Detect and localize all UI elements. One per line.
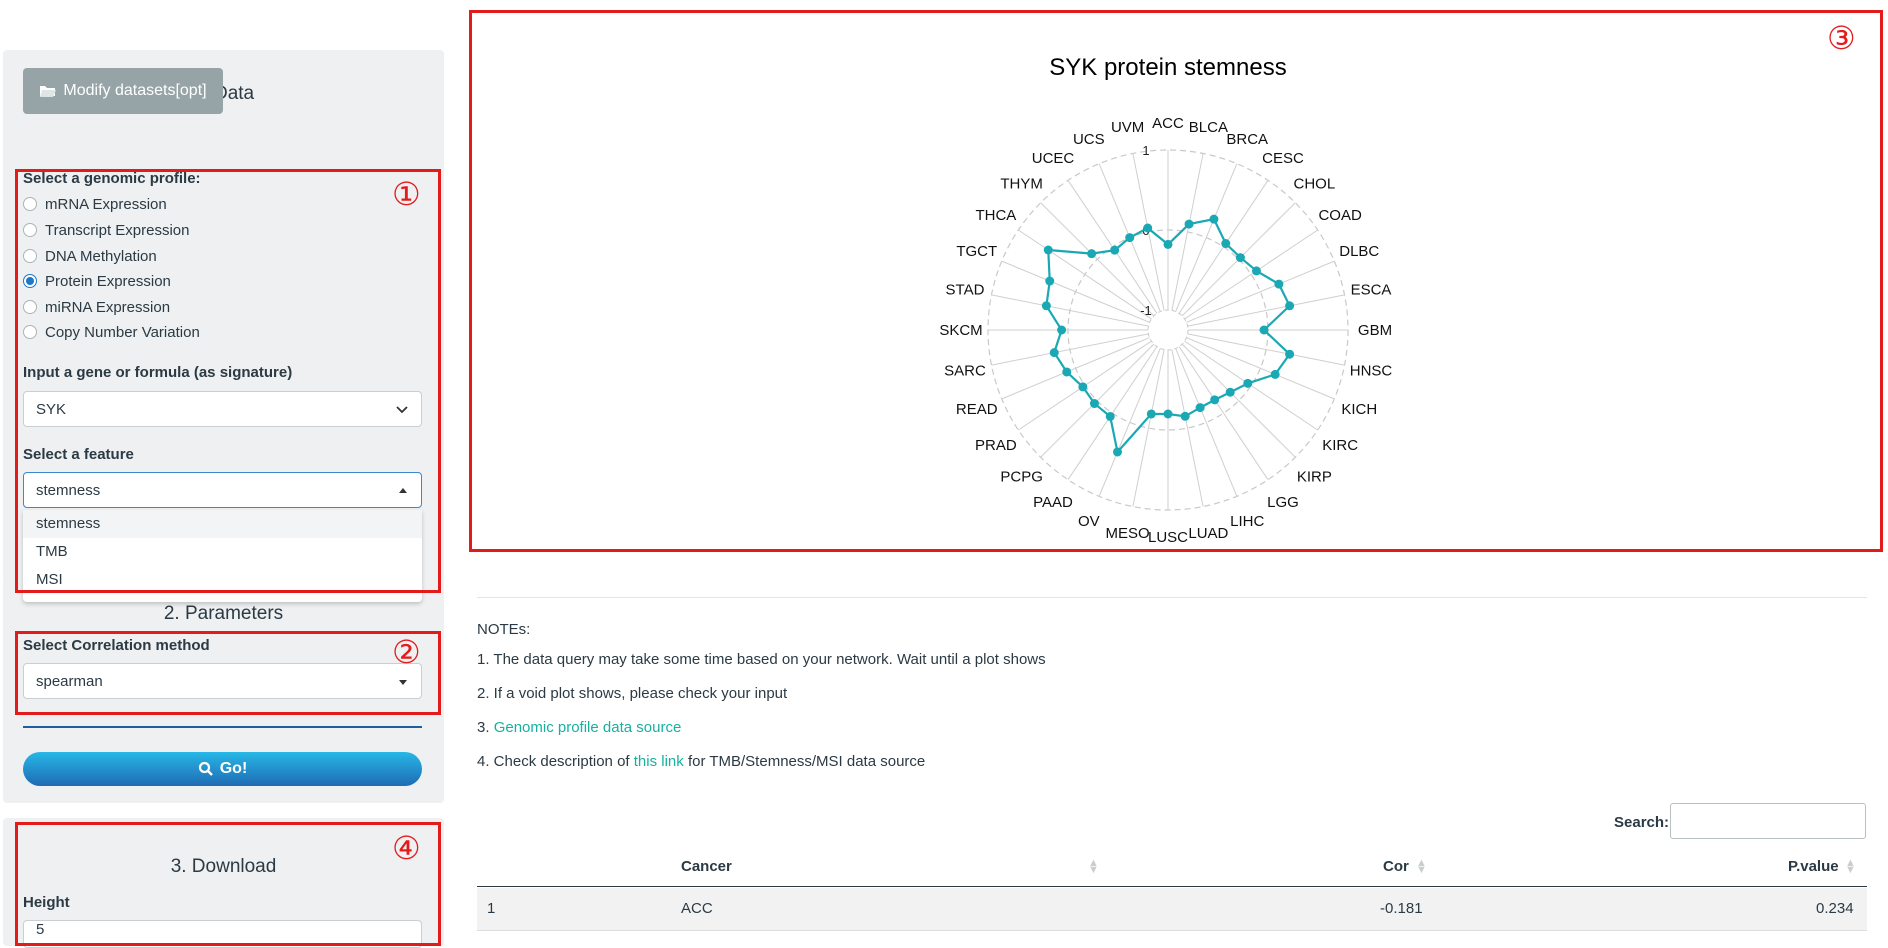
annotation-box-4: [15, 822, 441, 946]
sort-icon[interactable]: ▲ ▼: [1845, 858, 1856, 876]
this-link[interactable]: this link: [634, 753, 684, 770]
annotation-box-3: [469, 10, 1883, 552]
table-cell-pvalue: 0.234: [1816, 900, 1854, 917]
annotation-number-1: ①: [392, 175, 421, 213]
go-button-label: Go!: [219, 760, 248, 777]
annotation-number-2: ②: [392, 633, 421, 671]
note-3-prefix: 3.: [477, 719, 494, 736]
go-button[interactable]: Go!: [23, 752, 422, 786]
notes-heading: NOTEs:: [477, 621, 531, 638]
sort-icon[interactable]: ▲ ▼: [1088, 858, 1099, 876]
annotation-number-4: ④: [392, 829, 421, 867]
table-cell-cancer: ACC: [681, 900, 713, 917]
annotation-box-1: [15, 169, 441, 593]
annotation-box-2: [15, 631, 441, 715]
column-header-cor[interactable]: Cor: [1383, 858, 1409, 875]
column-header-cancer[interactable]: Cancer: [681, 858, 732, 875]
note-4: 4. Check description of this link for TM…: [477, 753, 925, 770]
search-label: Search:: [1614, 814, 1670, 831]
table-row-border: [477, 930, 1867, 931]
note-3: 3. Genomic profile data source: [477, 719, 681, 736]
annotation-number-3: ③: [1827, 19, 1856, 57]
table-cell-cor: -0.181: [1380, 900, 1423, 917]
column-header-pvalue[interactable]: P.value: [1788, 858, 1839, 875]
note-4-prefix: 4. Check description of: [477, 753, 634, 770]
parameters-panel-title: 2. Parameters: [163, 603, 284, 624]
note-2: 2. If a void plot shows, please check yo…: [477, 685, 788, 702]
genomic-profile-data-source-link[interactable]: Genomic profile data source: [494, 719, 682, 736]
note-4-suffix: for TMB/Stemness/MSI data source: [683, 753, 926, 770]
divider: [23, 726, 422, 728]
sort-icon[interactable]: ▲ ▼: [1416, 858, 1427, 876]
note-1: 1. The data query may take some time bas…: [477, 651, 1046, 668]
table-header-border: [477, 886, 1867, 887]
search-icon: [198, 761, 213, 776]
table-search-input[interactable]: [1670, 803, 1866, 839]
table-cell-index: 1: [487, 900, 496, 917]
section-divider: [477, 597, 1867, 598]
